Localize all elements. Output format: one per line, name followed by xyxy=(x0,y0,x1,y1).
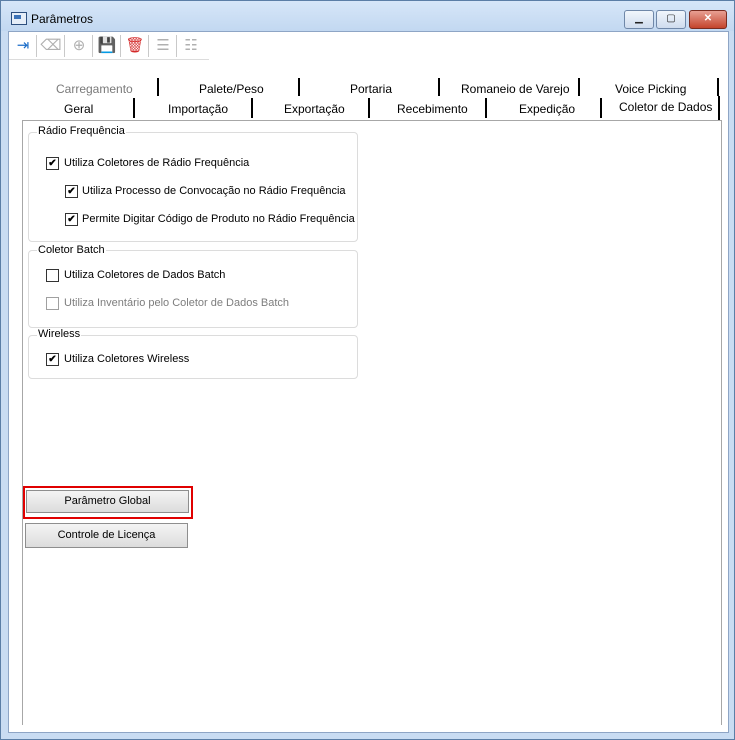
tab-voice-picking[interactable]: Voice Picking xyxy=(615,82,686,96)
parametros-window: Parâmetros ▁ ▢ ✕ ⇥ ⌫ ⊕ 💾 🗑 ☰ ☷ Carregame… xyxy=(0,0,735,740)
remove-row-button[interactable]: ☷ xyxy=(180,35,202,57)
add-button[interactable]: ⊕ xyxy=(68,35,90,57)
tab-palete-peso[interactable]: Palete/Peso xyxy=(199,82,264,96)
checkbox-coletores-batch-label: Utiliza Coletores de Dados Batch xyxy=(64,269,226,281)
title-bar[interactable]: Parâmetros ▁ ▢ ✕ xyxy=(1,1,734,31)
toolbar-separator xyxy=(148,35,149,57)
toolbar-separator xyxy=(92,35,93,57)
checkbox-utiliza-coletores-rf[interactable]: ✔ xyxy=(46,157,59,170)
tab-separator xyxy=(600,98,602,118)
tab-coletor-de-dados[interactable]: Coletor de Dados xyxy=(619,100,712,114)
exit-icon: ⇥ xyxy=(16,37,30,54)
checkbox-coletores-wireless[interactable]: ✔ xyxy=(46,353,59,366)
save-icon: 💾 xyxy=(97,37,117,54)
save-button[interactable]: 💾 xyxy=(96,35,118,57)
toolbar-separator xyxy=(176,35,177,57)
delete-button[interactable]: 🗑 xyxy=(124,35,146,57)
checkbox-processo-convocacao-label: Utiliza Processo de Convocação no Rádio … xyxy=(82,185,346,197)
checkbox-digitar-codigo-produto-label: Permite Digitar Código de Produto no Rád… xyxy=(82,213,355,225)
tab-portaria[interactable]: Portaria xyxy=(350,82,392,96)
window-title: Parâmetros xyxy=(31,12,94,26)
tab-importacao[interactable]: Importação xyxy=(168,102,228,116)
window-icon xyxy=(11,12,27,25)
tab-exportacao[interactable]: Exportação xyxy=(284,102,345,116)
toolbar-separator xyxy=(64,35,65,57)
exit-button[interactable]: ⇥ xyxy=(12,35,34,57)
tab-recebimento[interactable]: Recebimento xyxy=(397,102,468,116)
add-row-icon: ☰ xyxy=(156,37,170,54)
checkbox-inventario-batch-label: Utiliza Inventário pelo Coletor de Dados… xyxy=(64,297,290,309)
eraser-button[interactable]: ⌫ xyxy=(40,35,62,57)
checkbox-coletores-wireless-label: Utiliza Coletores Wireless xyxy=(64,353,190,365)
tab-geral[interactable]: Geral xyxy=(64,102,93,116)
client-area: ⇥ ⌫ ⊕ 💾 🗑 ☰ ☷ Carregamento Palete/Peso P… xyxy=(8,31,729,733)
maximize-button[interactable]: ▢ xyxy=(656,10,686,29)
delete-icon: 🗑 xyxy=(125,37,145,54)
tab-separator xyxy=(578,78,580,96)
tab-separator xyxy=(717,78,719,96)
toolbar-separator xyxy=(120,35,121,57)
group-coletor-batch xyxy=(28,250,358,328)
toolbar-separator xyxy=(36,35,37,57)
toolbar: ⇥ ⌫ ⊕ 💾 🗑 ☰ ☷ xyxy=(9,32,209,60)
add-row-button[interactable]: ☰ xyxy=(152,35,174,57)
minimize-button[interactable]: ▁ xyxy=(624,10,654,29)
tab-separator xyxy=(368,98,370,118)
group-radio-frequencia-label: Rádio Frequência xyxy=(37,125,126,137)
tab-separator xyxy=(298,78,300,96)
add-circle-icon: ⊕ xyxy=(72,37,86,54)
tab-separator xyxy=(718,96,720,120)
checkbox-inventario-batch[interactable] xyxy=(46,297,59,310)
parametro-global-button[interactable]: Parâmetro Global xyxy=(26,490,189,513)
checkbox-utiliza-coletores-rf-label: Utiliza Coletores de Rádio Frequência xyxy=(64,157,250,169)
controle-de-licenca-button[interactable]: Controle de Licença xyxy=(25,523,188,548)
checkbox-digitar-codigo-produto[interactable]: ✔ xyxy=(65,213,78,226)
tab-romaneio-de-varejo[interactable]: Romaneio de Varejo xyxy=(461,82,570,96)
group-wireless-label: Wireless xyxy=(37,328,82,340)
close-button[interactable]: ✕ xyxy=(689,10,727,29)
eraser-icon: ⌫ xyxy=(40,37,62,54)
checkbox-coletores-batch[interactable] xyxy=(46,269,59,282)
tab-carregamento[interactable]: Carregamento xyxy=(56,82,133,96)
tab-expedicao[interactable]: Expedição xyxy=(519,102,575,116)
tab-separator xyxy=(251,98,253,118)
tab-separator xyxy=(133,98,135,118)
checkbox-processo-convocacao[interactable]: ✔ xyxy=(65,185,78,198)
tab-separator xyxy=(485,98,487,118)
remove-row-icon: ☷ xyxy=(184,37,198,54)
tab-separator xyxy=(157,78,159,96)
tab-separator xyxy=(438,78,440,96)
group-coletor-batch-label: Coletor Batch xyxy=(37,244,106,256)
toolbar-divider xyxy=(9,59,209,60)
